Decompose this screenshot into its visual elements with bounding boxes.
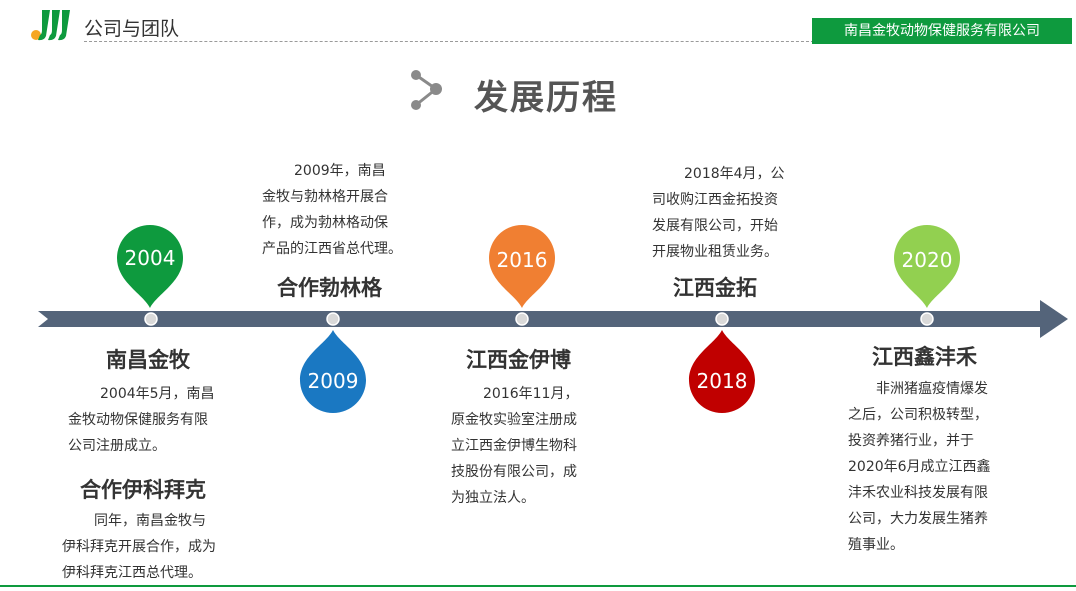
event-heading-jintuo: 江西金拓: [673, 276, 757, 300]
event-desc-2016: 2016年11月， 原金牧实验室注册成 立江西金伊博生物科 技股份有限公司，成 …: [451, 386, 579, 506]
section-title: 公司与团队: [84, 18, 180, 40]
share-icon: [407, 67, 447, 113]
year-label: 2018: [696, 369, 748, 393]
company-name-badge: 南昌金牧动物保健服务有限公司: [812, 18, 1072, 44]
event-heading-jinyibo: 江西金伊博: [466, 348, 571, 372]
event-desc-elanco: 同年，南昌金牧与 伊科拜克开展合作，成为 伊科拜克江西总代理。: [62, 513, 216, 581]
year-marker-2004: 2004: [115, 222, 185, 308]
event-heading-xinfenghe: 江西鑫沣禾: [872, 345, 977, 369]
year-marker-2009: 2009: [298, 330, 368, 416]
event-desc-2004: 2004年5月，南昌 金牧动物保健服务有限 公司注册成立。: [68, 386, 215, 454]
event-desc-2020: 非洲猪瘟疫情爆发 之后，公司积极转型， 投资养猪行业，并于 2020年6月成立江…: [848, 381, 991, 553]
year-label: 2004: [124, 246, 176, 270]
year-marker-2018: 2018: [687, 330, 757, 416]
event-heading-boehringer: 合作勃林格: [277, 276, 382, 300]
company-logo: [30, 8, 76, 42]
event-desc-2018: 2018年4月，公 司收购江西金拓投资 发展有限公司，开始 开展物业租赁业务。: [652, 166, 785, 260]
event-heading-elanco: 合作伊科拜克: [80, 478, 206, 502]
year-label: 2020: [901, 248, 953, 272]
event-heading-nanchang-jinmu: 南昌金牧: [106, 348, 190, 372]
year-label: 2016: [496, 248, 548, 272]
page-title: 发展历程: [474, 78, 618, 118]
header-divider: [84, 41, 814, 42]
year-label: 2009: [307, 369, 359, 393]
footer-divider: [0, 585, 1076, 587]
year-marker-2016: 2016: [487, 222, 557, 308]
event-desc-2009: 2009年，南昌 金牧与勃林格开展合 作，成为勃林格动保 产品的江西省总代理。: [262, 163, 402, 257]
year-marker-2020: 2020: [892, 222, 962, 308]
